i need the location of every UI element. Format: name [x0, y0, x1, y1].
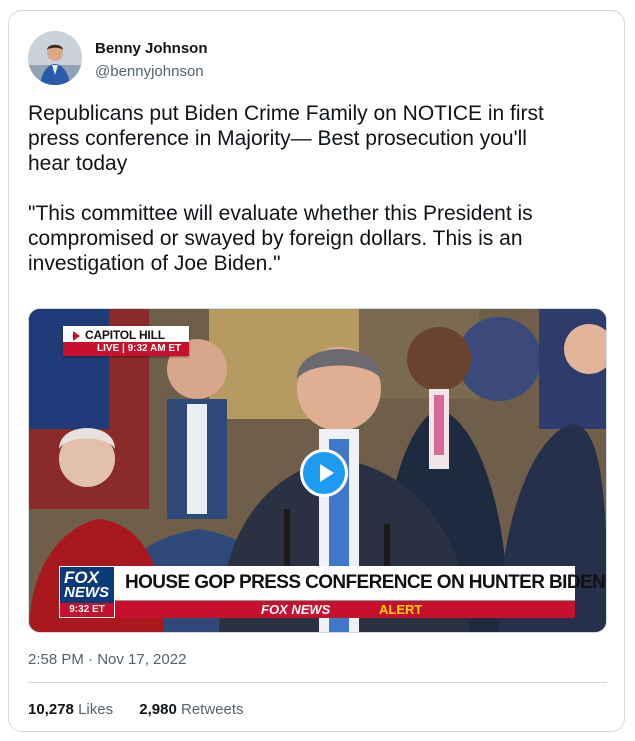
location-label: CAPITOL HILL [85, 328, 165, 342]
author-name[interactable]: Benny Johnson [95, 40, 208, 57]
alert-bar: FOX NEWS ALERT [115, 601, 575, 618]
location-chyron: CAPITOL HILL LIVE | 9:32 AM ET [63, 326, 189, 356]
live-label: LIVE | 9:32 AM ET [97, 343, 182, 354]
play-icon[interactable] [300, 449, 348, 497]
video-player[interactable]: CAPITOL HILL LIVE | 9:32 AM ET FOX NEWS … [28, 308, 607, 633]
retweets-count: 2,980 [139, 701, 177, 718]
alert-brand: FOX NEWS [261, 602, 331, 617]
arrow-right-icon [73, 331, 80, 341]
tweet-card: Benny Johnson @bennyjohnson Republicans … [8, 10, 625, 732]
retweets-stat[interactable]: 2,980 Retweets [139, 701, 243, 718]
author-handle[interactable]: @bennyjohnson [95, 63, 204, 80]
likes-stat[interactable]: 10,278 Likes [28, 701, 113, 718]
alert-word: ALERT [379, 602, 423, 617]
likes-count: 10,278 [28, 701, 74, 718]
tweet-timestamp[interactable]: 2:58 PM · Nov 17, 2022 [28, 651, 186, 668]
engagement-stats: 10,278 Likes 2,980 Retweets [28, 701, 266, 718]
avatar[interactable] [28, 31, 82, 85]
tweet-text: Republicans put Biden Crime Family on NO… [28, 102, 544, 275]
divider [28, 682, 607, 683]
fox-news-logo: FOX NEWS 9:32 ET [59, 566, 115, 618]
retweets-label: Retweets [180, 701, 244, 718]
logo-line-2: NEWS [64, 584, 109, 601]
likes-label: Likes [78, 701, 114, 718]
headline-bar: HOUSE GOP PRESS CONFERENCE ON HUNTER BID… [115, 566, 606, 601]
headline-text: HOUSE GOP PRESS CONFERENCE ON HUNTER BID… [125, 572, 606, 593]
logo-time: 9:32 ET [60, 603, 114, 617]
